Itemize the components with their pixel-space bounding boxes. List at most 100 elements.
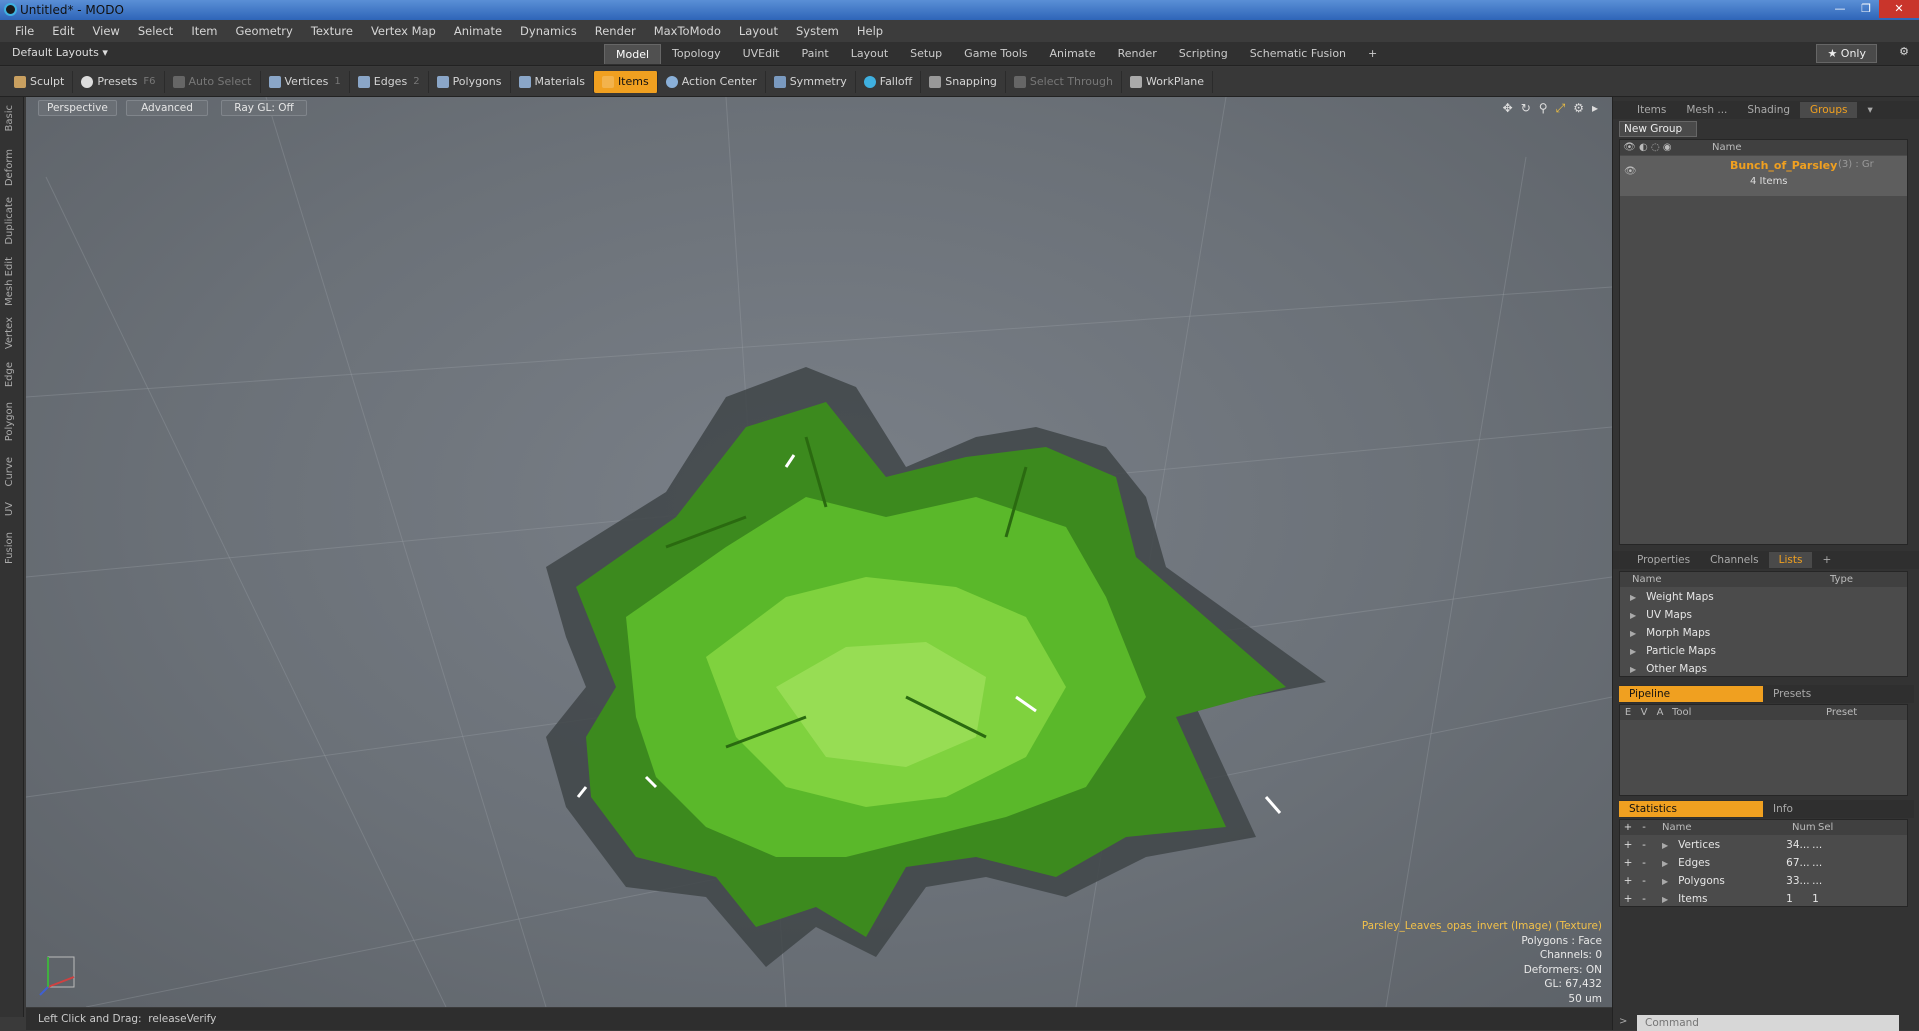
tab-game-tools[interactable]: Game Tools xyxy=(953,44,1038,64)
tab-topology[interactable]: Topology xyxy=(661,44,732,64)
menu-vertex-map[interactable]: Vertex Map xyxy=(362,24,445,38)
menu-layout[interactable]: Layout xyxy=(730,24,787,38)
new-group-button[interactable]: New Group xyxy=(1619,121,1697,137)
tab-lists[interactable]: Lists xyxy=(1768,552,1813,568)
tab-presets[interactable]: Presets xyxy=(1763,686,1821,702)
maximize-icon[interactable]: ❐ xyxy=(1853,0,1879,18)
gear-icon[interactable]: ⚙ xyxy=(1899,45,1909,58)
stats-remove-button[interactable]: - xyxy=(1636,893,1652,905)
menu-animate[interactable]: Animate xyxy=(445,24,511,38)
stats-remove-button[interactable]: - xyxy=(1636,875,1652,887)
shading-dropdown[interactable]: Advanced xyxy=(126,100,208,116)
stats-row[interactable]: + - ▶ Polygons 33... ... xyxy=(1620,872,1907,890)
group-name[interactable]: Bunch_of_Parsley xyxy=(1730,159,1837,172)
left-tab-uv[interactable]: UV xyxy=(4,502,15,516)
command-expand-icon[interactable]: > xyxy=(1619,1016,1627,1027)
tab-shading[interactable]: Shading xyxy=(1737,102,1800,118)
menu-system[interactable]: System xyxy=(787,24,848,38)
edges-button[interactable]: Edges 2 xyxy=(350,70,429,93)
sculpt-button[interactable]: Sculpt xyxy=(6,70,74,93)
group-row[interactable]: 👁 Bunch_of_Parsley (3) : Gr 4 Items xyxy=(1620,156,1907,196)
stats-add-button[interactable]: + xyxy=(1620,857,1636,869)
expand-arrow-icon[interactable]: ▶ xyxy=(1662,877,1668,886)
stats-add-button[interactable]: + xyxy=(1620,875,1636,887)
expand-arrow-icon[interactable]: ▶ xyxy=(1662,895,1668,904)
left-tab-curve[interactable]: Curve xyxy=(4,457,15,487)
tab-schematic-fusion[interactable]: Schematic Fusion xyxy=(1239,44,1357,64)
tab-layout[interactable]: Layout xyxy=(840,44,899,64)
zoom-icon[interactable]: ⚲ xyxy=(1539,101,1548,116)
maximize-view-icon[interactable]: ⤢ xyxy=(1556,101,1566,116)
rotate-icon[interactable]: ↻ xyxy=(1521,101,1531,116)
expand-arrow-icon[interactable]: ▶ xyxy=(1662,841,1668,850)
auto-select-button[interactable]: Auto Select xyxy=(165,70,261,93)
tab-animate[interactable]: Animate xyxy=(1039,44,1107,64)
menu-geometry[interactable]: Geometry xyxy=(227,24,302,38)
menu-dynamics[interactable]: Dynamics xyxy=(511,24,586,38)
tab-mesh[interactable]: Mesh ... xyxy=(1676,102,1737,118)
stats-add-button[interactable]: + xyxy=(1620,839,1636,851)
items-button[interactable]: Items xyxy=(593,70,658,93)
tab-groups[interactable]: Groups xyxy=(1800,102,1858,118)
menu-maxtomodo[interactable]: MaxToModo xyxy=(645,24,730,38)
list-item[interactable]: ▶ Morph Maps xyxy=(1620,624,1907,642)
menu-help[interactable]: Help xyxy=(848,24,892,38)
tab-render[interactable]: Render xyxy=(1107,44,1168,64)
viewport-menu-icon[interactable]: ▸ xyxy=(1592,101,1598,116)
add-panel-tab[interactable]: + xyxy=(1812,552,1841,568)
left-tab-vertex[interactable]: Vertex xyxy=(4,317,15,349)
list-item[interactable]: ▶ Other Maps xyxy=(1620,660,1907,678)
only-button[interactable]: ★ Only xyxy=(1816,44,1877,63)
expand-arrow-icon[interactable]: ▶ xyxy=(1630,665,1636,674)
list-item[interactable]: ▶ Weight Maps xyxy=(1620,588,1907,606)
snapping-button[interactable]: Snapping xyxy=(921,70,1006,93)
minimize-icon[interactable]: — xyxy=(1827,0,1853,18)
tab-channels[interactable]: Channels xyxy=(1700,552,1769,568)
tab-uvedit[interactable]: UVEdit xyxy=(732,44,791,64)
tabs-dropdown-icon[interactable]: ▾ xyxy=(1857,102,1882,118)
add-tab-button[interactable]: + xyxy=(1357,44,1388,64)
menu-item[interactable]: Item xyxy=(182,24,226,38)
default-layouts-dropdown[interactable]: Default Layouts ▾ xyxy=(12,46,108,59)
command-input[interactable] xyxy=(1637,1015,1899,1031)
left-tab-mesh-edit[interactable]: Mesh Edit xyxy=(4,257,15,306)
stats-row[interactable]: + - ▶ Edges 67... ... xyxy=(1620,854,1907,872)
vertices-button[interactable]: Vertices 1 xyxy=(261,70,350,93)
select-through-button[interactable]: Select Through xyxy=(1006,70,1122,93)
viewport-settings-icon[interactable]: ⚙ xyxy=(1573,101,1584,116)
view-type-dropdown[interactable]: Perspective xyxy=(38,100,117,116)
left-tab-fusion[interactable]: Fusion xyxy=(4,532,15,564)
expand-arrow-icon[interactable]: ▶ xyxy=(1630,647,1636,656)
expand-arrow-icon[interactable]: ▶ xyxy=(1630,611,1636,620)
list-item[interactable]: ▶ Particle Maps xyxy=(1620,642,1907,660)
expand-arrow-icon[interactable]: ▶ xyxy=(1630,593,1636,602)
menu-edit[interactable]: Edit xyxy=(43,24,83,38)
menu-select[interactable]: Select xyxy=(129,24,182,38)
left-tab-deform[interactable]: Deform xyxy=(4,149,15,186)
materials-button[interactable]: Materials xyxy=(511,70,594,93)
presets-button[interactable]: Presets F6 xyxy=(73,70,165,93)
tab-model[interactable]: Model xyxy=(604,44,662,64)
expand-arrow-icon[interactable]: ▶ xyxy=(1662,859,1668,868)
polygons-button[interactable]: Polygons xyxy=(429,70,511,93)
menu-file[interactable]: File xyxy=(6,24,43,38)
stats-remove-button[interactable]: - xyxy=(1636,857,1652,869)
stats-row[interactable]: + - ▶ Items 1 1 xyxy=(1620,890,1907,908)
left-tab-duplicate[interactable]: Duplicate xyxy=(4,197,15,245)
tab-pipeline[interactable]: Pipeline xyxy=(1619,686,1763,702)
3d-viewport[interactable]: Perspective Advanced Ray GL: Off ✥ ↻ ⚲ ⤢… xyxy=(26,97,1612,1007)
expand-arrow-icon[interactable]: ▶ xyxy=(1630,629,1636,638)
stats-row[interactable]: + - ▶ Vertices 34... ... xyxy=(1620,836,1907,854)
stats-remove-button[interactable]: - xyxy=(1636,839,1652,851)
workplane-button[interactable]: WorkPlane xyxy=(1122,70,1213,93)
symmetry-button[interactable]: Symmetry xyxy=(766,70,856,93)
falloff-button[interactable]: Falloff xyxy=(856,70,922,93)
left-tab-basic[interactable]: Basic xyxy=(4,105,15,131)
tab-info[interactable]: Info xyxy=(1763,801,1803,817)
group-visibility-icon[interactable]: 👁 xyxy=(1624,166,1637,177)
menu-render[interactable]: Render xyxy=(586,24,645,38)
action-center-button[interactable]: Action Center xyxy=(658,70,766,93)
menu-texture[interactable]: Texture xyxy=(302,24,362,38)
pan-icon[interactable]: ✥ xyxy=(1503,101,1513,116)
left-tab-edge[interactable]: Edge xyxy=(4,362,15,387)
